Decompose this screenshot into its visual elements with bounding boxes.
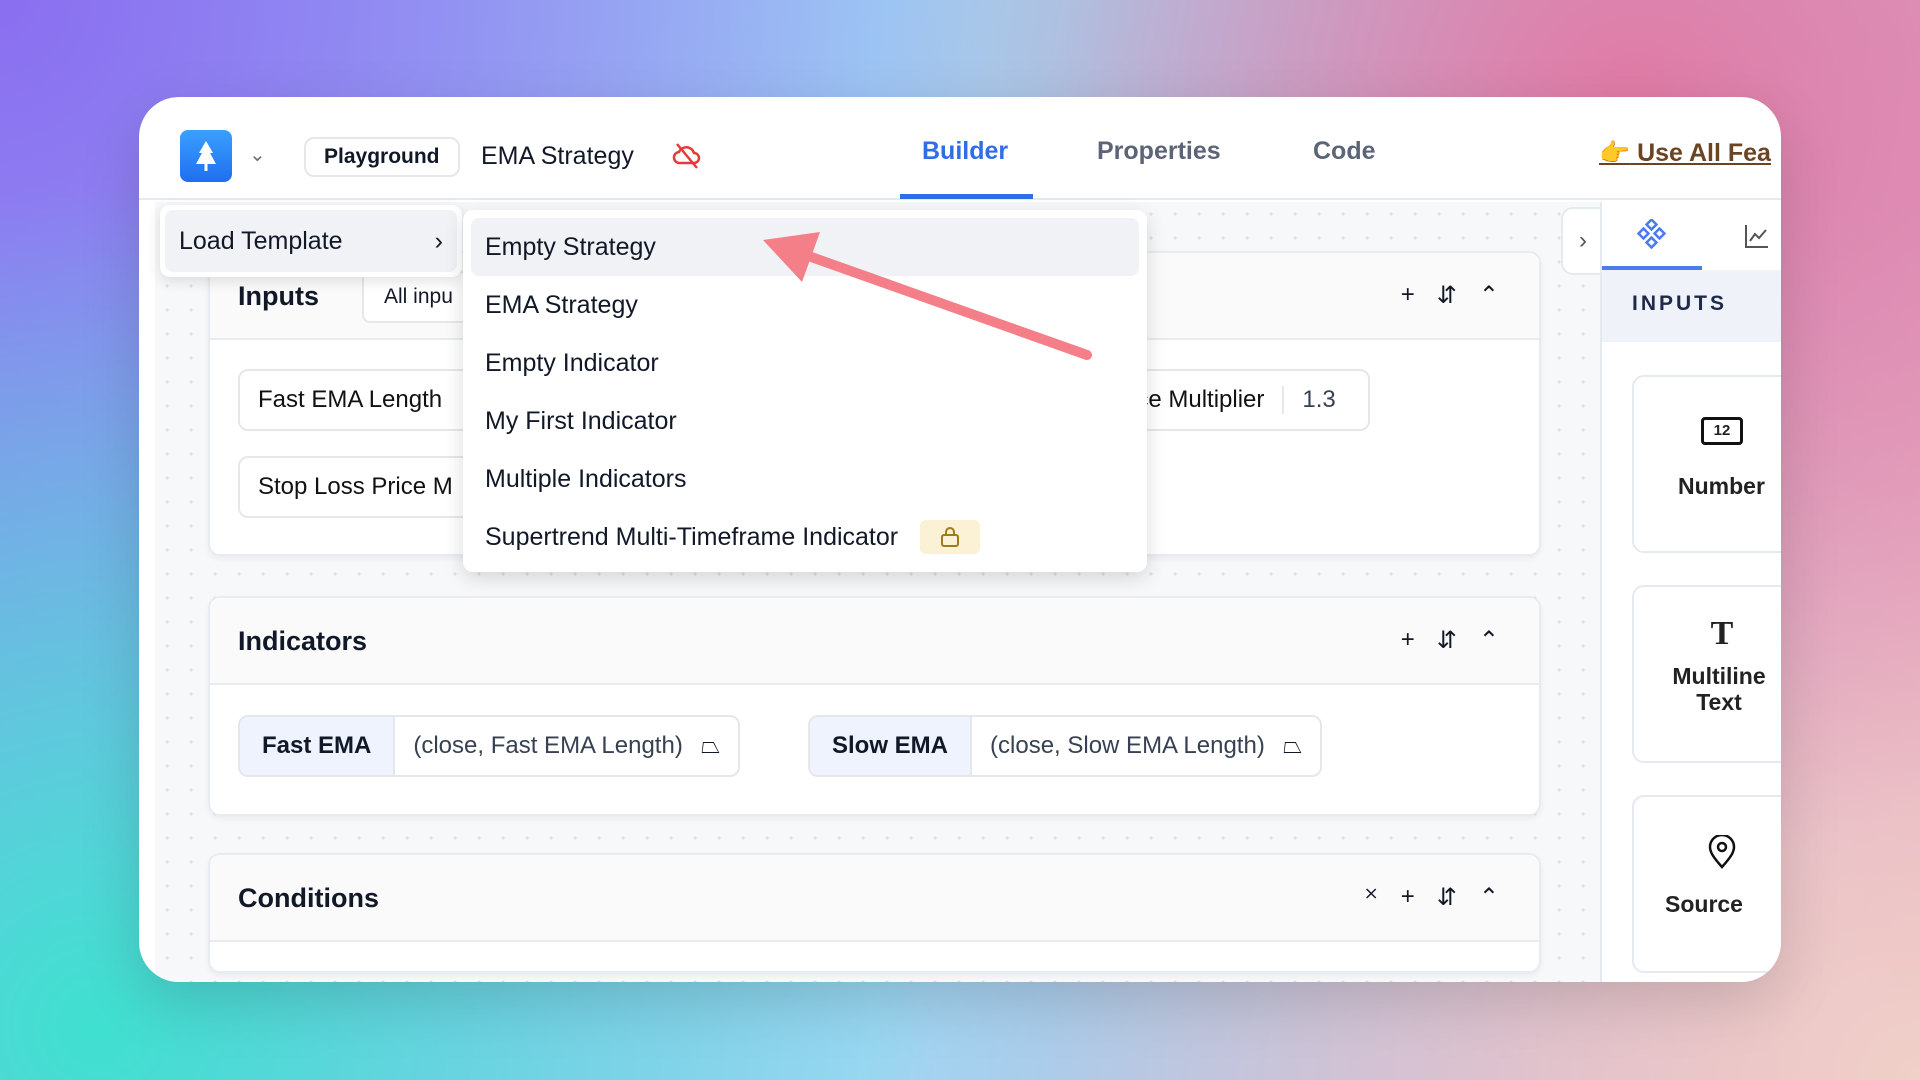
annotation-arrow	[763, 232, 1092, 360]
